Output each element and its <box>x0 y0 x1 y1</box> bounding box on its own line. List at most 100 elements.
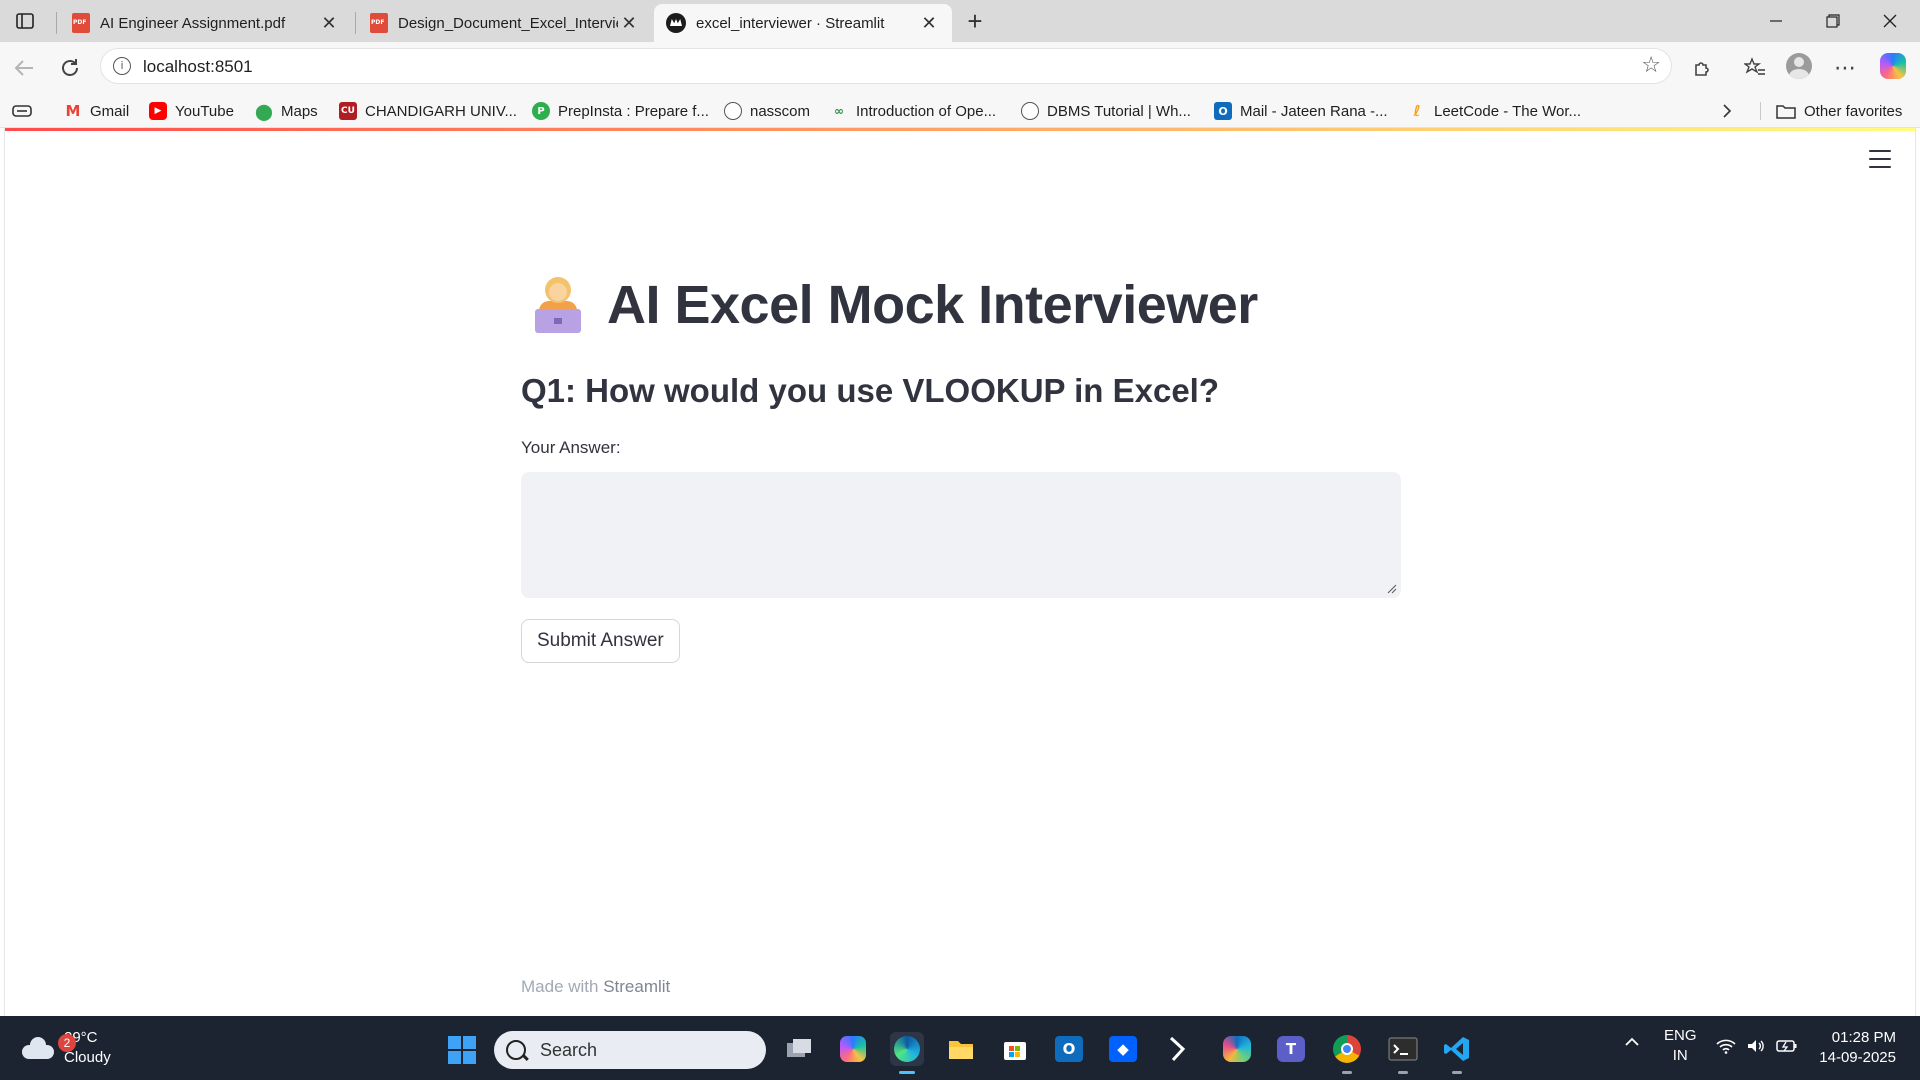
collections-icon <box>12 105 32 117</box>
footer-streamlit-link[interactable]: Streamlit <box>603 977 670 996</box>
tab-separator <box>56 12 57 34</box>
answer-label: Your Answer: <box>521 438 621 457</box>
start-button[interactable] <box>448 1036 476 1064</box>
favorites-icon[interactable] <box>1740 53 1770 83</box>
bookmarks-overflow-button[interactable] <box>1722 100 1732 122</box>
tab-actions-menu-button[interactable] <box>10 8 40 34</box>
bookmark-prepinsta[interactable]: P PrepInsta : Prepare f... <box>532 100 709 122</box>
address-bar[interactable]: i localhost:8501 ☆ <box>100 48 1672 84</box>
back-button[interactable] <box>8 52 40 84</box>
favorites-list-icon <box>1744 57 1765 75</box>
clock-date: 14-09-2025 <box>1819 1049 1896 1066</box>
chevron-up-icon[interactable] <box>1624 1034 1640 1055</box>
hamburger-line <box>1869 166 1891 168</box>
bookmark-leetcode[interactable]: ℓ LeetCode - The Wor... <box>1408 100 1581 122</box>
new-tab-button[interactable]: + <box>960 6 990 36</box>
microsoft-store-icon[interactable] <box>998 1032 1032 1066</box>
favorite-star-icon[interactable]: ☆ <box>1641 52 1661 78</box>
teams-icon[interactable]: T <box>1274 1032 1308 1066</box>
system-clock[interactable]: 01:28 PM 14-09-2025 <box>1816 1028 1896 1068</box>
m365-icon[interactable] <box>1220 1032 1254 1066</box>
outlook-icon: O <box>1214 102 1232 120</box>
site-info-icon[interactable]: i <box>113 57 131 75</box>
puzzle-icon <box>1695 62 1709 76</box>
globe-icon <box>724 102 742 120</box>
tab-separator <box>355 12 356 34</box>
bookmark-chandigarh-univ[interactable]: CU CHANDIGARH UNIV... <box>339 100 517 122</box>
resize-handle-icon[interactable] <box>1387 584 1397 594</box>
file-explorer-icon[interactable] <box>944 1032 978 1066</box>
more-options-icon[interactable]: ⋯ <box>1830 53 1860 83</box>
weather-widget[interactable]: 2 29°C Cloudy <box>22 1028 111 1068</box>
minimize-button[interactable] <box>1747 0 1804 42</box>
streamlit-icon <box>666 13 686 33</box>
battery-icon[interactable] <box>1776 1038 1798 1059</box>
terminal-icon[interactable] <box>1386 1032 1420 1074</box>
bookmark-label: LeetCode - The Wor... <box>1434 102 1582 120</box>
tab-strip: AI Engineer Assignment.pdf ✕ Design_Docu… <box>0 0 1920 42</box>
copilot-app-icon[interactable] <box>836 1032 870 1066</box>
task-view-icon[interactable] <box>782 1032 816 1066</box>
close-tab-icon[interactable]: ✕ <box>918 12 940 34</box>
bookmark-label: DBMS Tutorial | Wh... <box>1047 102 1191 120</box>
chevron-right-icon <box>1723 104 1732 118</box>
tab-excel-interviewer[interactable]: excel_interviewer · Streamlit ✕ <box>654 4 952 42</box>
profile-avatar[interactable] <box>1786 53 1812 79</box>
page-title: AI Excel Mock Interviewer <box>607 275 1258 335</box>
wifi-icon[interactable] <box>1716 1038 1736 1059</box>
taskbar-search[interactable]: Search <box>494 1031 766 1069</box>
bookmark-label: nasscom <box>750 102 811 120</box>
tab-title: Design_Document_Excel_Interview <box>398 14 618 32</box>
extensions-icon[interactable] <box>1688 53 1718 83</box>
header-decoration-bar <box>5 128 1915 131</box>
bookmark-gmail[interactable]: M Gmail <box>64 100 130 122</box>
tab-design-document[interactable]: Design_Document_Excel_Interview ✕ <box>358 4 652 42</box>
bookmark-nasscom[interactable]: nasscom <box>724 100 810 122</box>
outlook-app-icon[interactable]: O <box>1052 1032 1086 1066</box>
close-window-button[interactable] <box>1861 0 1918 42</box>
close-tab-icon[interactable]: ✕ <box>318 12 340 34</box>
restore-button[interactable] <box>1804 0 1861 42</box>
answer-textarea[interactable] <box>521 472 1401 598</box>
bookmark-mail-jateen-rana[interactable]: O Mail - Jateen Rana -... <box>1214 100 1388 122</box>
language-indicator[interactable]: ENG IN <box>1664 1026 1697 1066</box>
cursor-app-icon[interactable] <box>1160 1032 1194 1066</box>
other-favorites-folder[interactable]: Other favorites <box>1776 100 1902 122</box>
cloud-icon <box>22 1037 54 1059</box>
browser-toolbar: i localhost:8501 ☆ ⋯ <box>0 42 1920 92</box>
page-title-row: AI Excel Mock Interviewer <box>531 274 1258 336</box>
hamburger-line <box>1869 150 1891 152</box>
reading-list-button[interactable] <box>12 100 32 122</box>
vscode-icon[interactable] <box>1440 1032 1474 1074</box>
submit-answer-button[interactable]: Submit Answer <box>521 619 680 663</box>
pdf-icon <box>370 13 388 33</box>
dropbox-icon[interactable]: ◆ <box>1106 1032 1140 1066</box>
bookmark-label: CHANDIGARH UNIV... <box>365 102 517 120</box>
bookmark-dbms-tutorial[interactable]: DBMS Tutorial | Wh... <box>1021 100 1191 122</box>
prepinsta-icon: P <box>532 102 550 120</box>
reload-button[interactable] <box>54 52 86 84</box>
footer-prefix: Made with <box>521 977 604 996</box>
bookmark-maps[interactable]: ⬤ Maps <box>255 100 318 122</box>
gfg-icon: ∞ <box>834 104 844 118</box>
cu-icon: CU <box>339 102 357 120</box>
pdf-icon <box>72 13 90 33</box>
tab-ai-engineer-assignment[interactable]: AI Engineer Assignment.pdf ✕ <box>60 4 352 42</box>
bookmark-label: Gmail <box>90 102 130 120</box>
bookmark-introduction-of-ope[interactable]: ∞ Introduction of Ope... <box>830 100 996 122</box>
reload-icon <box>62 59 78 76</box>
address-url[interactable]: localhost:8501 <box>143 57 253 77</box>
gmail-icon: M <box>65 102 81 120</box>
question-heading: Q1: How would you use VLOOKUP in Excel? <box>521 372 1219 409</box>
volume-icon[interactable] <box>1746 1038 1766 1059</box>
maps-icon: ⬤ <box>255 101 273 121</box>
close-tab-icon[interactable]: ✕ <box>618 12 640 34</box>
bookmark-youtube[interactable]: ▶ YouTube <box>149 100 234 122</box>
other-favorites-label: Other favorites <box>1804 102 1903 120</box>
back-arrow-icon <box>14 60 33 76</box>
chrome-icon[interactable] <box>1330 1032 1364 1074</box>
main-menu-button[interactable] <box>1869 150 1891 168</box>
technologist-emoji-icon <box>531 277 585 333</box>
edge-app-icon[interactable] <box>890 1032 924 1074</box>
copilot-icon[interactable] <box>1880 53 1906 79</box>
